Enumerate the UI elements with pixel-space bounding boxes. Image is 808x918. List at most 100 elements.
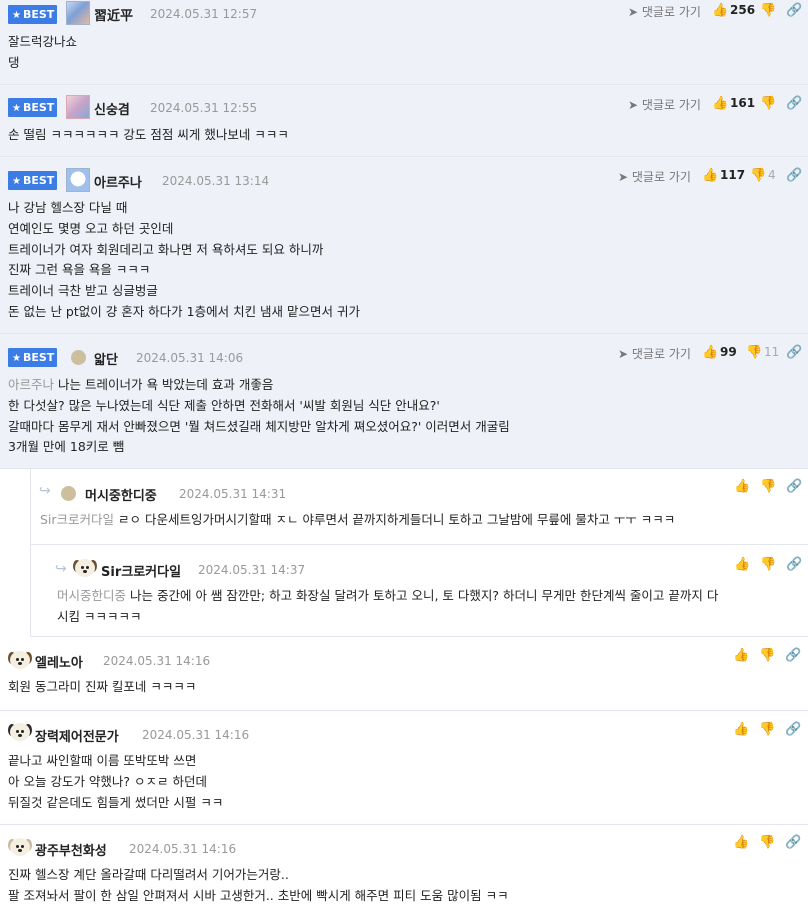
comment-line: 시킴 ㅋㅋㅋㅋㅋ xyxy=(57,608,142,624)
link-icon[interactable]: 🔗 xyxy=(786,479,802,494)
like-button[interactable]: 👍 xyxy=(702,345,718,360)
timestamp: 2024.05.31 12:57 xyxy=(150,7,258,21)
dislike-button[interactable]: 👎 xyxy=(760,479,776,494)
mention[interactable]: Sir크로커다일 xyxy=(40,512,114,527)
star-icon: ★ xyxy=(12,176,21,187)
dislike-button[interactable]: 👎 xyxy=(760,557,776,572)
goto-comment-link[interactable]: ➤ 댓글로 가기 xyxy=(618,345,691,362)
avatar[interactable] xyxy=(8,721,32,743)
avatar[interactable] xyxy=(8,649,32,671)
comment-body: 손 떨림 ㅋㅋㅋㅋㅋㅋ 강도 점점 씨게 했나보네 ㅋㅋㅋ xyxy=(8,125,798,146)
dislike-button[interactable]: 👎 xyxy=(746,345,762,360)
comment-actions: 👍 👎 🔗 xyxy=(734,557,804,577)
link-icon[interactable]: 🔗 xyxy=(785,835,801,850)
comment-line: Sir크로커다일 ㄹㅇ 다운세트잉가머시기할때 ㅈㄴ 야루면서 끝까지하게들더니… xyxy=(40,512,676,527)
comment: 엘레노아 2024.05.31 14:16 👍 👎 🔗 회원 동그라미 진짜 킬… xyxy=(0,637,808,711)
timestamp: 2024.05.31 14:16 xyxy=(142,728,250,742)
comment-actions: ➤ 댓글로 가기 👍 161 👎 🔗 xyxy=(628,96,803,116)
link-icon[interactable]: 🔗 xyxy=(786,168,802,183)
goto-comment-link[interactable]: ➤ 댓글로 가기 xyxy=(628,96,701,113)
comment-actions: 👍 👎 🔗 xyxy=(734,479,804,499)
best-badge: ★ BEST xyxy=(8,171,57,190)
best-comment: ★ BEST 아르주나 2024.05.31 13:14 ➤ 댓글로 가기 👍 1… xyxy=(0,157,808,334)
mention[interactable]: 머시중한디중 xyxy=(57,588,126,603)
star-icon: ★ xyxy=(12,10,21,21)
comment-line: 아르주나 나는 트레이너가 욕 박았는데 효과 개좋음 xyxy=(8,377,274,392)
link-icon[interactable]: 🔗 xyxy=(786,557,802,572)
avatar[interactable] xyxy=(71,350,86,365)
dislike-button[interactable]: 👎 xyxy=(759,648,775,663)
star-icon: ★ xyxy=(12,103,21,114)
comment-body: Sir크로커다일 ㄹㅇ 다운세트잉가머시기할때 ㅈㄴ 야루면서 끝까지하게들더니… xyxy=(40,510,798,531)
dislike-count: 11 xyxy=(764,345,780,359)
dislike-count: 4 xyxy=(768,168,776,182)
goto-comment-link[interactable]: ➤ 댓글로 가기 xyxy=(618,168,691,185)
link-icon[interactable]: 🔗 xyxy=(786,3,802,18)
comment-line: 돈 없는 난 pt없이 걍 혼자 하다가 1층에서 치킨 냄새 맡으면서 귀가 xyxy=(8,303,360,319)
comment-line: 한 다섯살? 많은 누나였는데 식단 제출 안하면 전화해서 '씨발 회원님 식… xyxy=(8,397,440,413)
dislike-button[interactable]: 👎 xyxy=(760,96,776,111)
best-comment: ★ BEST 신숭겸 2024.05.31 12:55 ➤ 댓글로 가기 👍 16… xyxy=(0,85,808,157)
comment-list: ★ BEST 習近平 2024.05.31 12:57 ➤ 댓글로 가기 👍 25… xyxy=(0,0,808,918)
dislike-button[interactable]: 👎 xyxy=(750,168,766,183)
dislike-button[interactable]: 👎 xyxy=(760,3,776,18)
comment: 광주부천화성 2024.05.31 14:16 👍 👎 🔗 진짜 헬스장 계단 … xyxy=(0,825,808,918)
like-count: 161 xyxy=(730,96,756,110)
like-count: 117 xyxy=(720,168,746,182)
nickname[interactable]: 장력제어전문가 xyxy=(35,726,119,745)
avatar[interactable] xyxy=(73,557,97,579)
like-button[interactable]: 👍 xyxy=(733,722,749,737)
link-icon[interactable]: 🔗 xyxy=(786,345,802,360)
avatar[interactable] xyxy=(66,168,90,192)
reply-arrow-icon: ↪ xyxy=(39,483,51,499)
comment-actions: 👍 👎 🔗 xyxy=(733,835,803,855)
nickname[interactable]: 아르주나 xyxy=(94,172,142,191)
comment-line: 나 강남 헬스장 다닐 때 xyxy=(8,200,128,215)
comment-line: 뒤질것 같은데도 힘들게 썼더만 시펄 ㅋㅋ xyxy=(8,794,224,810)
like-button[interactable]: 👍 xyxy=(734,479,750,494)
link-icon[interactable]: 🔗 xyxy=(785,648,801,663)
nickname[interactable]: 광주부천화성 xyxy=(35,840,107,859)
best-label: BEST xyxy=(22,351,55,364)
comment-body: 끝나고 싸인할때 이름 또박또박 쓰면 아 오늘 강도가 약했나? ㅇㅈㄹ 하던… xyxy=(8,751,798,813)
avatar[interactable] xyxy=(66,1,90,25)
like-button[interactable]: 👍 xyxy=(734,557,750,572)
send-icon: ➤ xyxy=(628,98,639,112)
link-icon[interactable]: 🔗 xyxy=(785,722,801,737)
like-button[interactable]: 👍 xyxy=(702,168,718,183)
comment-actions: ➤ 댓글로 가기 👍 99 👎 11 🔗 xyxy=(618,345,803,365)
like-button[interactable]: 👍 xyxy=(712,96,728,111)
like-button[interactable]: 👍 xyxy=(712,3,728,18)
dislike-button[interactable]: 👎 xyxy=(759,722,775,737)
nickname[interactable]: 앏단 xyxy=(94,349,118,368)
mention[interactable]: 아르주나 xyxy=(8,377,54,392)
comment-actions: 👍 👎 🔗 xyxy=(733,648,803,668)
like-button[interactable]: 👍 xyxy=(733,835,749,850)
comment-line: 진짜 헬스장 계단 올라갈때 다리떨려서 기어가는거랑.. xyxy=(8,867,289,882)
nickname[interactable]: Sir크로커다일 xyxy=(101,561,181,580)
goto-comment-link[interactable]: ➤ 댓글로 가기 xyxy=(628,3,701,20)
comment-line: 아 오늘 강도가 약했나? ㅇㅈㄹ 하던데 xyxy=(8,773,208,789)
nickname[interactable]: 머시중한디중 xyxy=(85,485,157,504)
avatar[interactable] xyxy=(8,836,32,858)
like-button[interactable]: 👍 xyxy=(733,648,749,663)
timestamp: 2024.05.31 14:06 xyxy=(136,351,244,365)
nickname[interactable]: 신숭겸 xyxy=(94,99,130,118)
best-comment: ★ BEST 習近平 2024.05.31 12:57 ➤ 댓글로 가기 👍 25… xyxy=(0,0,808,85)
best-label: BEST xyxy=(22,8,55,21)
link-icon[interactable]: 🔗 xyxy=(786,96,802,111)
comment-body: 진짜 헬스장 계단 올라갈때 다리떨려서 기어가는거랑.. 팔 조져놔서 팔이 … xyxy=(8,865,798,907)
comment-line: 팔 조져놔서 팔이 한 삼일 안펴져서 시바 고생한거.. 초반에 빡시게 해주… xyxy=(8,887,509,903)
comment-body: 아르주나 나는 트레이너가 욕 박았는데 효과 개좋음 한 다섯살? 많은 누나… xyxy=(8,375,798,458)
best-label: BEST xyxy=(22,101,55,114)
comment-line: 트레이너 극찬 받고 싱글벙글 xyxy=(8,283,158,299)
comment-line: 진짜 그런 욕을 욕을 ㅋㅋㅋ xyxy=(8,262,151,278)
comment-actions: ➤ 댓글로 가기 👍 117 👎 4 🔗 xyxy=(618,168,803,188)
send-icon: ➤ xyxy=(618,347,629,361)
comment-line: 연예인도 몇명 오고 하던 곳인데 xyxy=(8,220,174,236)
avatar[interactable] xyxy=(61,486,76,501)
dislike-button[interactable]: 👎 xyxy=(759,835,775,850)
nickname[interactable]: 엘레노아 xyxy=(35,652,83,671)
avatar[interactable] xyxy=(66,95,90,119)
nickname[interactable]: 習近平 xyxy=(94,5,133,24)
